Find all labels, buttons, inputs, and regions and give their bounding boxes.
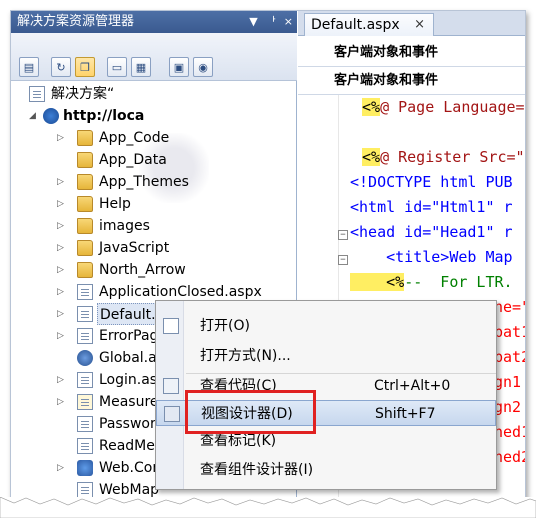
code-line: bat2 bbox=[494, 348, 525, 366]
code-line: ne=" bbox=[494, 298, 525, 316]
tab-label: Default.aspx bbox=[311, 17, 400, 33]
expand-triangle-icon[interactable]: ▷ bbox=[57, 266, 65, 275]
aspx-page-icon bbox=[77, 416, 93, 432]
folder-icon bbox=[77, 240, 93, 256]
tree-item-label: App_Code bbox=[99, 130, 170, 146]
code-line: gn2 bbox=[494, 398, 522, 416]
tree-item-label: App_Themes bbox=[99, 174, 189, 190]
aspx-page-icon bbox=[77, 372, 93, 388]
folder-icon bbox=[77, 152, 93, 168]
code-line: <%@ Page Language= bbox=[362, 98, 525, 116]
refresh-icon[interactable]: ↻ bbox=[51, 57, 71, 77]
collapse-box-icon[interactable]: − bbox=[338, 255, 348, 265]
panel-dropdown-icon[interactable]: ▼ bbox=[249, 11, 257, 33]
tree-item-label: App_Data bbox=[99, 152, 167, 168]
folder-icon bbox=[77, 196, 93, 212]
code-line: <!DOCTYPE html PUB bbox=[350, 173, 513, 191]
tab-default-aspx[interactable]: Default.aspx × bbox=[304, 13, 434, 36]
solution-explorer-title: 解决方案资源管理器 ▼ ᅡ × bbox=[11, 11, 297, 33]
copy-website-icon[interactable]: ◉ bbox=[193, 57, 213, 77]
folder-icon bbox=[77, 130, 93, 146]
code-line: ned1 bbox=[494, 423, 525, 441]
highlight-annotation bbox=[185, 390, 316, 434]
menu-item-view-component-designer[interactable]: 查看组件设计器(I) bbox=[156, 457, 496, 483]
nest-related-icon[interactable]: ▣ bbox=[169, 57, 189, 77]
menu-item-open[interactable]: 打开(O) bbox=[156, 313, 496, 339]
expand-triangle-icon[interactable]: ▷ bbox=[57, 310, 65, 319]
view-code-icon[interactable]: ▭ bbox=[107, 57, 127, 77]
expand-triangle-icon[interactable]: ▷ bbox=[57, 222, 65, 231]
menu-item-open-with[interactable]: 打开方式(N)... bbox=[156, 343, 496, 369]
show-all-files-icon[interactable]: ❐ bbox=[75, 57, 95, 77]
global-asax-icon bbox=[77, 350, 93, 366]
collapse-box-icon[interactable]: − bbox=[338, 230, 348, 240]
aspx-page-icon bbox=[77, 328, 93, 344]
solution-explorer-title-text: 解决方案资源管理器 bbox=[17, 14, 135, 29]
expand-triangle-icon[interactable]: ▷ bbox=[57, 376, 65, 385]
folder-icon bbox=[77, 174, 93, 190]
aspx-page-icon bbox=[77, 482, 93, 498]
open-file-icon bbox=[163, 318, 179, 334]
client-objects-combo[interactable]: 客户端对象和事件 bbox=[298, 39, 525, 67]
document-tab-strip: Default.aspx × bbox=[298, 11, 525, 36]
view-designer-icon[interactable]: ▦ bbox=[131, 57, 151, 77]
tree-item-label: Measure. bbox=[99, 394, 163, 410]
website-globe-icon bbox=[43, 108, 59, 124]
tree-item-label: North_Arrow bbox=[99, 262, 186, 278]
expand-triangle-icon[interactable]: ▷ bbox=[57, 398, 65, 407]
close-icon[interactable]: × bbox=[284, 11, 293, 33]
code-line: gn1 bbox=[494, 373, 522, 391]
tree-item-label: images bbox=[99, 218, 150, 234]
properties-icon[interactable]: ▤ bbox=[19, 57, 39, 77]
text-file-icon bbox=[77, 438, 93, 454]
tree-item-label: Help bbox=[99, 196, 131, 212]
code-line: <%-- For LTR. bbox=[350, 273, 513, 291]
client-events-combo[interactable]: 客户端对象和事件 bbox=[298, 67, 525, 95]
aspx-page-icon bbox=[77, 394, 93, 410]
code-line: <head id="Head1" r bbox=[350, 223, 513, 241]
expand-triangle-icon[interactable]: ▷ bbox=[57, 332, 65, 341]
expand-triangle-icon[interactable]: ▷ bbox=[57, 178, 65, 187]
solution-explorer-toolbar: ▤ ↻ ❐ ▭ ▦ ▣ ◉ bbox=[11, 33, 297, 81]
solution-icon bbox=[29, 86, 45, 102]
expand-triangle-icon[interactable]: ▷ bbox=[57, 134, 65, 143]
expand-triangle-icon[interactable]: ▷ bbox=[57, 244, 65, 253]
view-code-icon bbox=[163, 378, 179, 394]
code-line: bat1 bbox=[494, 323, 525, 341]
folder-icon bbox=[77, 218, 93, 234]
expand-triangle-icon[interactable]: ▷ bbox=[57, 200, 65, 209]
config-file-icon bbox=[77, 460, 93, 476]
tree-item-label: Web.Con bbox=[99, 460, 162, 476]
torn-edge bbox=[0, 497, 536, 518]
project-label: http://loca bbox=[63, 108, 145, 124]
tree-item-label: Passwor bbox=[99, 416, 156, 432]
code-line: <title>Web Map bbox=[350, 248, 513, 266]
tab-close-icon[interactable]: × bbox=[414, 14, 425, 36]
aspx-page-icon bbox=[77, 284, 93, 300]
folder-icon bbox=[77, 262, 93, 278]
view-designer-icon bbox=[164, 406, 180, 422]
solution-root-label: 解决方案“ bbox=[51, 86, 115, 102]
code-line: ned2 bbox=[494, 448, 525, 466]
tree-item-label: JavaScript bbox=[99, 240, 170, 256]
collapse-triangle-icon[interactable]: ◢ bbox=[29, 112, 37, 121]
code-line: <%@ Register Src=" bbox=[362, 148, 525, 166]
expand-triangle-icon[interactable]: ▷ bbox=[57, 288, 65, 297]
aspx-page-icon bbox=[77, 306, 93, 322]
pin-icon[interactable]: ᅡ bbox=[266, 11, 276, 33]
code-line: <html id="Html1" r bbox=[350, 198, 513, 216]
expand-triangle-icon[interactable]: ▷ bbox=[57, 464, 65, 473]
